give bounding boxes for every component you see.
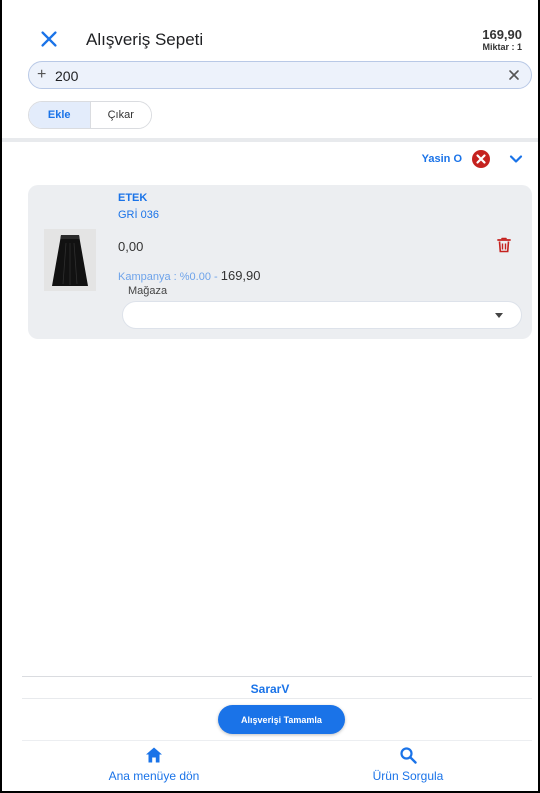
total-quantity: Miktar : 1	[482, 42, 522, 52]
store-code: SararV	[250, 682, 290, 696]
product-variant: GRİ 036	[118, 209, 159, 221]
product-price: 0,00	[118, 239, 144, 254]
remove-circle-icon[interactable]	[472, 150, 490, 168]
app-header: Alışveriş Sepeti 169,90 Miktar : 1	[2, 22, 538, 62]
add-mode-button[interactable]: Ekle	[29, 102, 91, 128]
store-select[interactable]	[122, 301, 522, 329]
caret-down-icon	[495, 313, 503, 318]
store-label: Mağaza	[128, 285, 168, 297]
footer-divider	[22, 676, 532, 677]
plus-prefix: +	[37, 66, 47, 83]
mode-toggle: Ekle Çıkar	[28, 101, 152, 129]
campaign-info: Kampanya : %0.00 - 169,90	[118, 268, 261, 283]
home-icon	[146, 747, 162, 763]
customer-row: Yasin O	[422, 150, 524, 168]
chevron-down-icon[interactable]	[508, 151, 524, 167]
product-name: ETEK	[118, 192, 148, 204]
nav-product-search[interactable]: Ürün Sorgula	[328, 746, 488, 785]
clear-icon[interactable]	[507, 68, 521, 82]
barcode-search-bar: +	[28, 61, 532, 89]
search-icon	[400, 747, 417, 764]
campaign-price: 169,90	[220, 268, 261, 283]
nav-home-label: Ana menüye dön	[108, 769, 200, 783]
nav-home[interactable]: Ana menüye dön	[74, 746, 234, 785]
nav-search-label: Ürün Sorgula	[372, 769, 444, 783]
product-image	[44, 229, 96, 291]
close-icon[interactable]	[38, 28, 60, 50]
total-price: 169,90	[482, 27, 522, 42]
customer-name[interactable]: Yasin O	[422, 153, 462, 165]
cart-item-card: ETEK GRİ 036 0,00 Kampanya : %0.00 - 169…	[28, 185, 532, 339]
page-title: Alışveriş Sepeti	[86, 30, 204, 49]
trash-icon[interactable]	[496, 237, 512, 253]
section-divider	[2, 138, 538, 142]
barcode-input[interactable]	[55, 66, 495, 86]
complete-purchase-button[interactable]: Alışverişi Tamamla	[218, 705, 345, 734]
footer-divider-2	[22, 698, 532, 699]
app-frame: Alışveriş Sepeti 169,90 Miktar : 1 + Ekl…	[0, 0, 540, 793]
campaign-label: Kampanya : %0.00 -	[118, 271, 218, 283]
cart-total: 169,90 Miktar : 1	[482, 27, 522, 53]
remove-mode-button[interactable]: Çıkar	[90, 102, 151, 128]
nav-divider	[22, 740, 532, 741]
